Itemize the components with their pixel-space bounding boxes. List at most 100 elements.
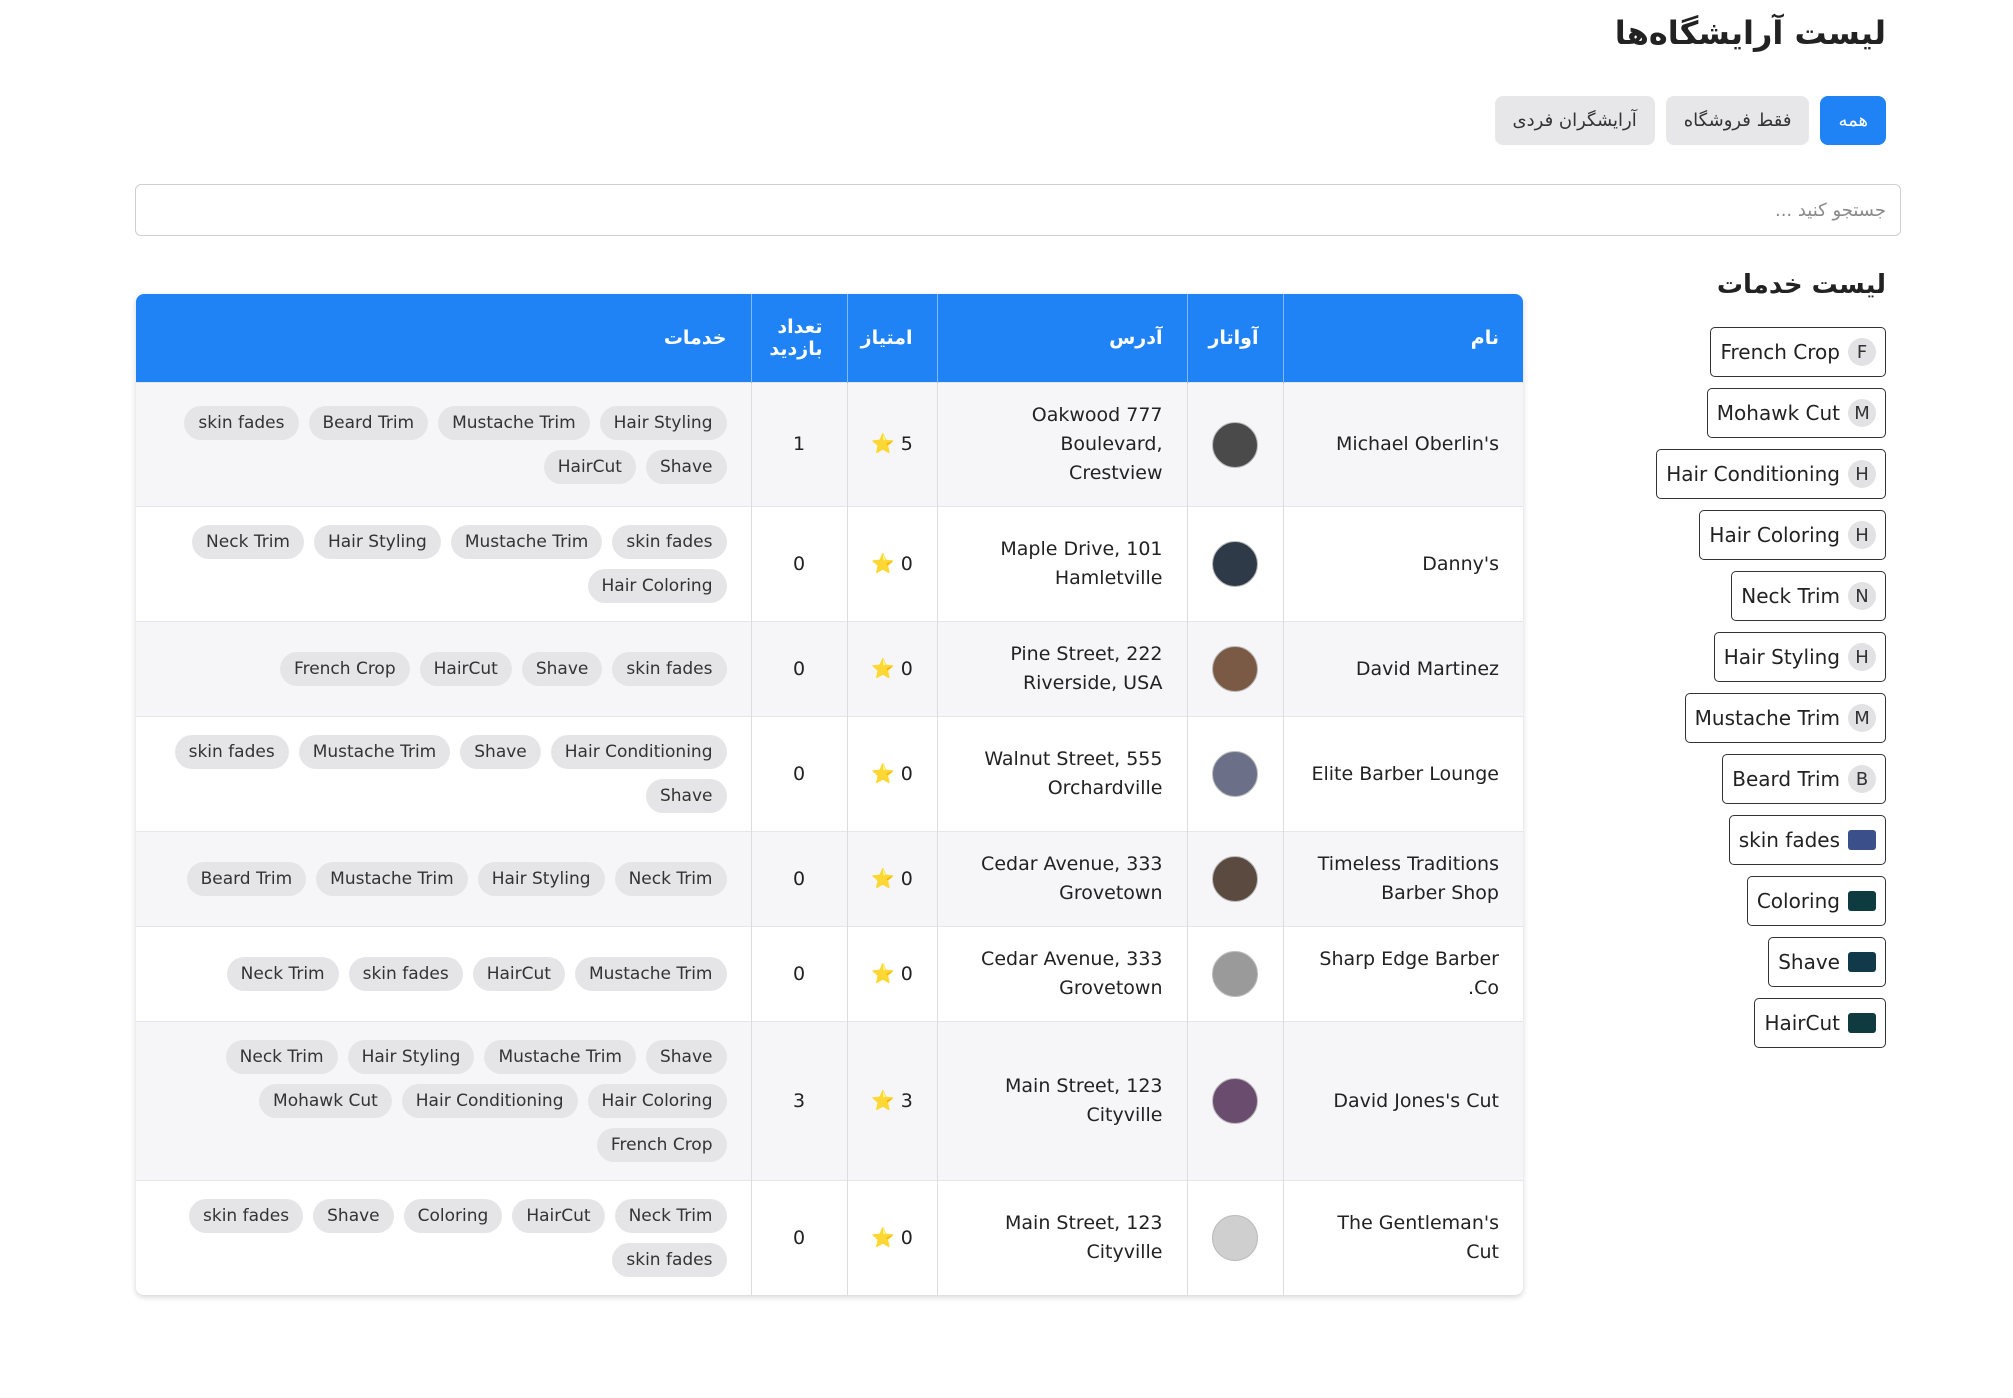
- service-label: skin fades: [1738, 828, 1840, 852]
- service-tag: Shave: [460, 735, 541, 769]
- barber-rating: 0 ⭐: [846, 926, 937, 1022]
- search-input[interactable]: [135, 184, 1901, 236]
- barber-address: Cedar Avenue, 333 Grovetown: [936, 831, 1187, 927]
- service-item[interactable]: H Hair Conditioning: [1656, 449, 1886, 499]
- barbers-table: نام آواتار آدرس امتیاز تعداد بازدید خدما…: [136, 294, 1523, 1295]
- service-tag: Mustache Trim: [316, 862, 468, 896]
- barber-address: Cedar Avenue, 333 Grovetown: [936, 926, 1187, 1022]
- service-tag: Hair Conditioning: [401, 1084, 578, 1118]
- barber-address: Maple Drive, 101 Hamletville: [936, 506, 1187, 622]
- service-item[interactable]: F French Crop: [1710, 327, 1886, 377]
- barber-name: Timeless Traditions Barber Shop: [1282, 831, 1523, 927]
- filter-all-button[interactable]: همه: [1820, 96, 1886, 145]
- barber-address: Oakwood 777 Boulevard, Crestview: [936, 382, 1187, 507]
- service-tag: Shave: [645, 449, 727, 484]
- barber-visits: 0: [750, 926, 847, 1022]
- service-item[interactable]: Shave: [1768, 937, 1886, 987]
- avatar: [1212, 751, 1258, 797]
- service-avatar: [1848, 1013, 1876, 1033]
- service-item[interactable]: M Mohawk Cut: [1706, 388, 1886, 438]
- service-tag: French Crop: [280, 652, 410, 686]
- table-row[interactable]: Michael Oberlin's Oakwood 777 Boulevard, …: [136, 382, 1523, 507]
- service-tag: skin fades: [189, 1199, 304, 1233]
- service-tag: Mustache Trim: [484, 1040, 636, 1074]
- barber-address: Main Street, 123 Cityville: [936, 1180, 1187, 1295]
- column-header-address: آدرس: [936, 294, 1187, 383]
- avatar-cell: [1186, 1021, 1283, 1181]
- service-tag: Beard Trim: [308, 405, 429, 440]
- service-tag: Shave: [645, 1040, 727, 1074]
- service-item[interactable]: HairCut: [1754, 998, 1886, 1048]
- service-tag: Hair Styling: [313, 525, 441, 559]
- service-tag: Hair Styling: [599, 405, 727, 440]
- service-tag: skin fades: [174, 735, 289, 769]
- service-tag: Neck Trim: [192, 525, 304, 559]
- filter-individual-barbers-button[interactable]: آرایشگران فردی: [1494, 96, 1655, 145]
- service-item[interactable]: B Beard Trim: [1722, 754, 1886, 804]
- service-avatar: N: [1848, 582, 1876, 610]
- service-tag: Neck Trim: [225, 1040, 338, 1074]
- service-avatar: H: [1848, 460, 1876, 488]
- service-tag: skin fades: [612, 525, 727, 559]
- service-avatar: H: [1848, 521, 1876, 549]
- barber-services: Hair Styling Mustache Trim Beard Trim skin …: [136, 382, 751, 507]
- service-tags: Mustache Trim HairCut skin fades Neck Trim: [160, 957, 727, 991]
- avatar: [1212, 421, 1258, 468]
- barber-address: Walnut Street, 555 Orchardville: [936, 716, 1187, 832]
- avatar: [1212, 541, 1258, 587]
- avatar-cell: [1186, 716, 1283, 832]
- table-row[interactable]: David Martinez Pine Street, 222 Riverside…: [136, 621, 1523, 717]
- service-item[interactable]: M Mustache Trim: [1684, 693, 1886, 743]
- service-tag: French Crop: [596, 1128, 727, 1162]
- service-label: Shave: [1778, 950, 1840, 974]
- barber-rating: 0 ⭐: [846, 831, 937, 927]
- column-header-services: خدمات: [136, 294, 751, 383]
- service-tags: Shave Mustache Trim Hair Styling Neck Trim H…: [160, 1040, 727, 1162]
- avatar: [1212, 1078, 1258, 1124]
- barber-visits: 3: [750, 1021, 847, 1181]
- service-avatar: [1848, 952, 1876, 972]
- barber-services: Shave Mustache Trim Hair Styling Neck Trim H…: [136, 1021, 751, 1181]
- avatar: [1212, 646, 1258, 692]
- avatar: [1212, 856, 1258, 902]
- service-tag: Mustache Trim: [574, 957, 727, 991]
- filter-shops-only-button[interactable]: فقط فروشگاه: [1665, 96, 1810, 145]
- barber-services: skin fades Mustache Trim Hair Styling Neck …: [136, 506, 751, 622]
- barber-rating: 0 ⭐: [846, 506, 937, 622]
- barber-visits: 0: [750, 621, 847, 717]
- table-row[interactable]: The Gentleman's Cut Main Street, 123 City…: [136, 1180, 1523, 1295]
- service-tags: Neck Trim HairCut Coloring Shave skin fades s…: [160, 1199, 727, 1277]
- service-tag: Mohawk Cut: [259, 1084, 392, 1118]
- service-label: Hair Coloring: [1709, 523, 1840, 547]
- service-item[interactable]: H Hair Styling: [1713, 632, 1886, 682]
- service-item[interactable]: H Hair Coloring: [1699, 510, 1886, 560]
- service-avatar: H: [1848, 643, 1876, 671]
- barber-services: skin fades Shave HairCut French Crop: [136, 621, 751, 717]
- service-label: Mohawk Cut: [1716, 401, 1840, 425]
- service-label: HairCut: [1764, 1011, 1840, 1035]
- column-header-rating: امتیاز: [846, 294, 937, 383]
- service-tags: skin fades Mustache Trim Hair Styling Neck …: [160, 525, 727, 603]
- service-tag: HairCut: [419, 652, 512, 686]
- service-item[interactable]: skin fades: [1728, 815, 1886, 865]
- service-tags: Neck Trim Hair Styling Mustache Trim Beard …: [160, 862, 727, 896]
- barber-services: Neck Trim Hair Styling Mustache Trim Beard …: [136, 831, 751, 927]
- avatar-cell: [1186, 506, 1283, 622]
- barber-visits: 0: [750, 506, 847, 622]
- service-item[interactable]: Coloring: [1746, 876, 1886, 926]
- service-item[interactable]: N Neck Trim: [1731, 571, 1886, 621]
- table-row[interactable]: Danny's Maple Drive, 101 Hamletville 0 ⭐ 0 s…: [136, 506, 1523, 622]
- service-avatar: [1848, 830, 1876, 850]
- table-row[interactable]: Elite Barber Lounge Walnut Street, 555 Or…: [136, 716, 1523, 832]
- service-tag: Mustache Trim: [450, 525, 603, 559]
- service-tag: Neck Trim: [226, 957, 339, 991]
- service-tag: Neck Trim: [614, 1199, 727, 1233]
- column-header-visits: تعداد بازدید: [750, 294, 847, 383]
- table-row[interactable]: David Jones's Cut Main Street, 123 Cityvi…: [136, 1021, 1523, 1181]
- services-title: لیست خدمات: [1716, 270, 1886, 300]
- barber-services: Neck Trim HairCut Coloring Shave skin fades s…: [136, 1180, 751, 1295]
- barber-visits: 0: [750, 1180, 847, 1295]
- table-row[interactable]: Sharp Edge Barber Co. Cedar Avenue, 333 G…: [136, 926, 1523, 1022]
- table-row[interactable]: Timeless Traditions Barber Shop Cedar Ave…: [136, 831, 1523, 927]
- service-tag: Beard Trim: [186, 862, 307, 896]
